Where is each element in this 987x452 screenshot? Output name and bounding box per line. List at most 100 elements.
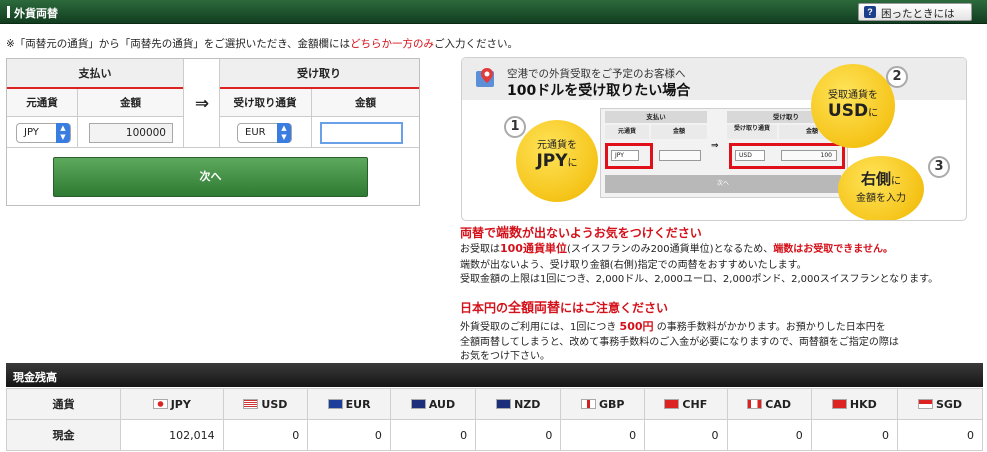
table-row: 通貨 JPY USD EUR AUD NZD GBP CHF CAD HKD S… [6, 388, 983, 420]
flag-sg-icon [917, 398, 933, 409]
select-chevron-icon: ▲ ▼ [56, 123, 70, 143]
receive-header: 受け取り [219, 59, 419, 89]
mini-src-label: 元通貨 [605, 125, 649, 139]
help-button-label: 困ったときには [881, 8, 955, 20]
full-exchange-warning-title: 日本円の全額両替にはご注意ください [460, 301, 669, 316]
exchange-arrow-icon: ⇒ [194, 94, 210, 114]
flag-jp-icon [152, 398, 168, 409]
divider [311, 89, 312, 147]
currency-chf: CHF [644, 388, 728, 420]
title-bar: 外貨両替 ? 困ったときには [0, 0, 987, 24]
step1-number: 1 [504, 116, 526, 138]
flag-au-icon [410, 398, 426, 409]
help-icon: ? [864, 6, 876, 18]
balance-gbp: 0 [560, 419, 646, 451]
balance-nzd: 0 [475, 419, 562, 451]
full-exchange-text-2: 全額両替してしまうと、改めて事務手数料のご入金が必要になりますので、両替額をご指… [460, 337, 899, 348]
page-title: 外貨両替 [14, 7, 58, 20]
mini-next-button: 次へ [605, 175, 841, 193]
mini-rcv-cur-label: 受け取り通貨 [727, 125, 777, 139]
fraction-warning-text-2: 端数が出ないよう、受け取り金額(右側)指定での両替をおすすめいたします。 [460, 260, 807, 271]
balance-chf: 0 [644, 419, 728, 451]
balance-aud: 0 [389, 419, 477, 451]
step2-text-b: USDに [827, 101, 879, 121]
notice-highlight: どちらか一方のみ [350, 38, 435, 50]
flag-us-icon [243, 398, 259, 409]
balance-sgd: 0 [897, 419, 983, 451]
step3-text-a: 右側に [860, 170, 901, 188]
balance-hkd: 0 [810, 419, 899, 451]
table-row: 現金 102,014 0 0 0 0 0 0 0 0 0 [6, 419, 983, 451]
exchange-form: 支払い 受け取り 元通貨 金額 受け取り通貨 金額 ⇒ JPY ▲ ▼ 10000… [6, 58, 420, 206]
source-currency-select[interactable]: JPY ▲ ▼ [16, 123, 71, 143]
mini-arrow-icon: ⇒ [711, 141, 719, 151]
balance-cad: 0 [726, 419, 812, 451]
currency-hkd: HKD [810, 388, 899, 420]
divider [77, 89, 78, 147]
fraction-warning-text-1: お受取は100通貨単位(スイスフランのみ200通貨単位)となるため、端数はお受取… [460, 242, 893, 255]
full-exchange-text-1: 外貨受取のご利用には、1回につき 500円 の事務手数料がかかります。お預かりし… [460, 320, 886, 333]
fraction-warning-title: 両替で端数が出ないようお気をつけください [460, 226, 702, 241]
help-button[interactable]: ? 困ったときには [858, 3, 972, 21]
balance-title: 現金残高 [13, 371, 57, 384]
select-chevron-icon: ▲ ▼ [277, 123, 291, 143]
receive-currency-select[interactable]: EUR ▲ ▼ [237, 123, 292, 143]
source-currency-label: 元通貨 [7, 89, 77, 117]
pay-amount-input[interactable]: 100000 [89, 123, 173, 143]
step3-badge: 右側に 金額を入力 [838, 156, 924, 220]
receive-currency-value: EUR [245, 127, 266, 138]
divider [7, 147, 419, 148]
flag-nz-icon [496, 398, 512, 409]
step2-number: 2 [886, 66, 908, 88]
flag-hk-icon [831, 398, 847, 409]
step3-text-c: 金額を入力 [856, 193, 906, 204]
mini-pay-header: 支払い [605, 111, 707, 123]
currency-aud: AUD [389, 388, 477, 420]
receive-currency-label: 受け取り通貨 [219, 89, 311, 117]
source-currency-value: JPY [24, 127, 39, 138]
title-marker [7, 6, 10, 18]
balance-jpy: 102,014 [120, 419, 224, 451]
full-exchange-text-3: お気をつけ下さい。 [460, 351, 550, 362]
divider [219, 59, 220, 147]
flag-eu-icon [327, 398, 343, 409]
currency-header: 通貨 [6, 388, 121, 420]
divider [183, 59, 184, 147]
balance-table: 通貨 JPY USD EUR AUD NZD GBP CHF CAD HKD S… [6, 388, 983, 451]
receive-amount-input[interactable] [320, 122, 403, 144]
step2-text-a: 受取通貨を [828, 90, 878, 101]
guide-panel: 空港での外貨受取をご予定のお客様へ 100ドルを受け取りたい場合 支払い 受け取… [461, 57, 967, 221]
map-pin-icon [476, 68, 494, 87]
pay-amount-label: 金額 [78, 89, 183, 117]
currency-eur: EUR [307, 388, 391, 420]
fraction-warning-text-3: 受取金額の上限は1回につき、2,000ドル、2,000ユーロ、2,000ポンド、… [460, 274, 939, 285]
mini-amount-value: 100 [781, 150, 837, 161]
guide-mini-form: 支払い 受け取り 元通貨 金額 受け取り通貨 金額 ⇒ JPY USD 100 … [600, 108, 848, 198]
currency-gbp: GBP [560, 388, 646, 420]
pay-header: 支払い [7, 59, 183, 89]
mini-usd-select: USD [735, 150, 765, 161]
flag-ch-icon [664, 398, 680, 409]
currency-nzd: NZD [475, 388, 562, 420]
cash-label: 現金 [6, 419, 121, 451]
currency-jpy: JPY [120, 388, 224, 420]
step1-text-b: JPYに [536, 151, 578, 171]
mini-jpy-select: JPY [611, 150, 639, 161]
flag-ca-icon [747, 398, 763, 409]
receive-amount-label: 金額 [312, 89, 419, 117]
step3-number: 3 [928, 156, 950, 178]
instruction-notice: ※「両替元の通貨」から「両替先の通貨」をご選択いただき、金額欄にはどちらか一方の… [6, 36, 518, 51]
balance-eur: 0 [307, 419, 391, 451]
mini-pay-input [659, 150, 701, 161]
guide-line-1: 空港での外貨受取をご予定のお客様へ [507, 68, 686, 80]
guide-line-2: 100ドルを受け取りたい場合 [507, 83, 691, 99]
currency-cad: CAD [726, 388, 812, 420]
notice-suffix: ご入力ください。 [434, 38, 519, 50]
step1-text-a: 元通貨を [537, 140, 577, 151]
notice-prefix: ※「両替元の通貨」から「両替先の通貨」をご選択いただき、金額欄には [6, 38, 351, 50]
step2-badge: 受取通貨を USDに [811, 64, 895, 148]
currency-usd: USD [222, 388, 309, 420]
step1-badge: 元通貨を JPYに [516, 120, 598, 202]
currency-sgd: SGD [897, 388, 983, 420]
next-button[interactable]: 次へ [53, 157, 368, 197]
